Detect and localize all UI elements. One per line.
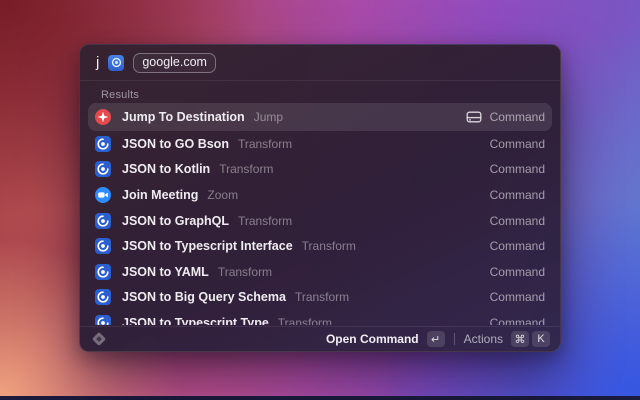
results-list: Jump To Destination Jump Command JSON to… <box>88 103 552 325</box>
result-row[interactable]: JSON to YAML Transform Command <box>88 259 552 285</box>
json-icon <box>95 238 111 254</box>
cmd-keycap[interactable]: ⌘ <box>511 331 529 347</box>
result-subtitle: Jump <box>254 110 283 124</box>
json-icon <box>95 213 111 229</box>
result-type-label: Command <box>490 110 545 124</box>
jump-icon <box>95 109 111 125</box>
result-type-label: Command <box>490 162 545 176</box>
raycast-launcher-window: j google.com Results Jump To Destination… <box>79 44 561 352</box>
result-row[interactable]: Join Meeting Zoom Command <box>88 182 552 208</box>
result-subtitle: Transform <box>238 214 292 228</box>
result-type-label: Command <box>490 290 545 304</box>
result-subtitle: Transform <box>218 265 272 279</box>
result-type-label: Command <box>490 188 545 202</box>
result-title: JSON to Big Query Schema <box>122 290 286 304</box>
json-icon <box>95 136 111 152</box>
result-title: JSON to Typescript Type <box>122 316 269 325</box>
result-row[interactable]: JSON to Big Query Schema Transform Comma… <box>88 285 552 311</box>
zoom-icon <box>95 187 111 203</box>
result-type-label: Command <box>490 214 545 228</box>
result-subtitle: Transform <box>278 316 332 325</box>
action-bar: Open Command ↵ Actions ⌘ K <box>80 326 560 351</box>
result-title: JSON to Kotlin <box>122 162 210 176</box>
result-subtitle: Transform <box>295 290 349 304</box>
result-type-label: Command <box>490 265 545 279</box>
enter-key-icon <box>466 110 482 124</box>
result-title: JSON to GraphQL <box>122 214 229 228</box>
json-icon <box>95 161 111 177</box>
return-keycap[interactable]: ↵ <box>427 331 445 347</box>
result-row[interactable]: JSON to Typescript Interface Transform C… <box>88 233 552 259</box>
json-icon <box>95 264 111 280</box>
result-title: Join Meeting <box>122 188 198 202</box>
result-row[interactable]: JSON to GO Bson Transform Command <box>88 131 552 157</box>
search-bar[interactable]: j google.com <box>80 45 560 81</box>
footer-divider <box>454 333 455 345</box>
result-title: JSON to YAML <box>122 265 209 279</box>
search-query-text[interactable]: j <box>96 54 99 71</box>
result-type-label: Command <box>490 137 545 151</box>
results-section-header: Results <box>101 89 139 101</box>
result-row[interactable]: JSON to GraphQL Transform Command <box>88 208 552 234</box>
search-argument-chip[interactable]: google.com <box>133 53 216 73</box>
result-type-label: Command <box>490 316 545 325</box>
result-subtitle: Zoom <box>207 188 238 202</box>
extension-diamond-icon <box>92 332 106 346</box>
result-title: Jump To Destination <box>122 110 245 124</box>
json-icon <box>95 315 111 325</box>
compass-blue-icon <box>108 55 124 71</box>
k-keycap[interactable]: K <box>532 331 550 347</box>
open-command-button[interactable]: Open Command <box>326 332 419 346</box>
result-subtitle: Transform <box>219 162 273 176</box>
result-row[interactable]: Jump To Destination Jump Command <box>88 103 552 131</box>
desktop-bottom-strip <box>0 396 640 400</box>
json-icon <box>95 289 111 305</box>
result-row[interactable]: JSON to Kotlin Transform Command <box>88 157 552 183</box>
result-subtitle: Transform <box>302 239 356 253</box>
result-type-label: Command <box>490 239 545 253</box>
result-row[interactable]: JSON to Typescript Type Transform Comman… <box>88 310 552 325</box>
result-subtitle: Transform <box>238 137 292 151</box>
result-title: JSON to GO Bson <box>122 137 229 151</box>
result-title: JSON to Typescript Interface <box>122 239 293 253</box>
actions-button[interactable]: Actions <box>464 332 503 346</box>
